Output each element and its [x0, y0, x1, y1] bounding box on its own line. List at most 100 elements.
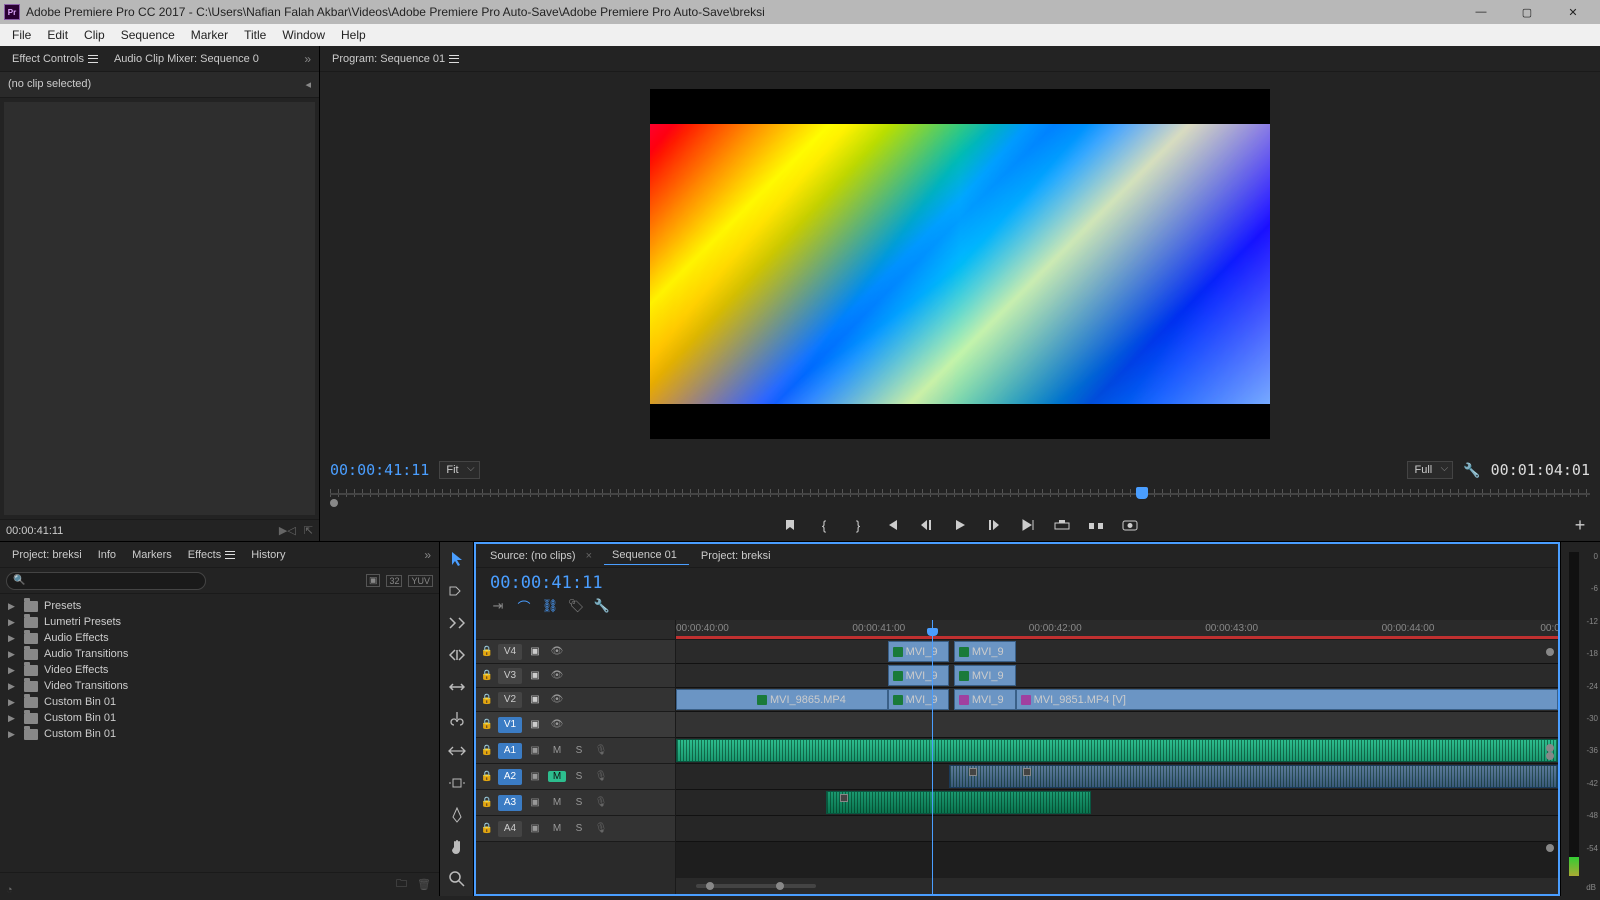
razor-tool-icon[interactable] — [446, 708, 468, 730]
slide-tool-icon[interactable] — [446, 772, 468, 794]
scrub-playhead[interactable] — [1136, 487, 1148, 499]
lane-v1[interactable] — [676, 712, 1558, 738]
clip[interactable]: MVI_9865.MP4 — [676, 689, 888, 710]
mute-toggle[interactable]: M — [548, 797, 566, 808]
hamburger-icon[interactable] — [225, 551, 235, 559]
tab-markers[interactable]: Markers — [124, 545, 180, 565]
playhead-toggle-icon[interactable]: ◂ — [305, 78, 311, 91]
track-header-a4[interactable]: 🔒A4▣MS🎙 — [476, 816, 675, 842]
lane-a3[interactable] — [676, 790, 1558, 816]
eye-icon[interactable]: 👁 — [548, 646, 566, 657]
effects-search-input[interactable]: 🔍 — [6, 572, 206, 590]
lock-icon[interactable]: 🔒 — [480, 719, 494, 730]
step-forward-icon[interactable] — [986, 517, 1002, 533]
tree-item[interactable]: ▶Audio Effects — [6, 630, 433, 646]
lane-v4[interactable]: MVI_9 MVI_9 — [676, 640, 1558, 664]
work-area-handle[interactable] — [1546, 648, 1554, 656]
fx-badge-1-icon[interactable]: ▣ — [366, 574, 381, 587]
set-in-icon[interactable]: { — [816, 517, 832, 533]
track-id[interactable]: V1 — [498, 717, 522, 733]
menu-sequence[interactable]: Sequence — [113, 26, 183, 44]
sync-lock-icon[interactable]: ▣ — [526, 694, 544, 705]
audio-clip[interactable] — [949, 765, 1558, 788]
quality-dropdown[interactable]: Full — [1407, 461, 1453, 479]
lock-icon[interactable]: 🔒 — [480, 670, 494, 681]
clip[interactable]: MVI_9 — [954, 665, 1016, 686]
keyframe-icon[interactable] — [840, 794, 848, 802]
tree-item[interactable]: ▶Custom Bin 01 — [6, 694, 433, 710]
lane-v3[interactable]: MVI_9 MVI_9 — [676, 664, 1558, 688]
keyframe-icon[interactable] — [969, 768, 977, 776]
fx-badge-2-icon[interactable]: 32 — [386, 575, 402, 587]
lock-icon[interactable]: 🔒 — [480, 646, 494, 657]
scrub-start-dot[interactable] — [330, 499, 338, 507]
lock-icon[interactable]: 🔒 — [480, 797, 494, 808]
eye-icon[interactable]: 👁 — [548, 694, 566, 705]
mic-icon[interactable]: 🎙 — [592, 745, 610, 756]
track-header-a2[interactable]: 🔒A2▣MS🎙 — [476, 764, 675, 790]
fx-badge-3-icon[interactable]: YUV — [408, 575, 433, 587]
clip[interactable]: MVI_9 — [954, 689, 1016, 710]
solo-toggle[interactable]: S — [570, 771, 588, 782]
menu-clip[interactable]: Clip — [76, 26, 113, 44]
menu-title[interactable]: Title — [236, 26, 274, 44]
mic-icon[interactable]: 🎙 — [592, 823, 610, 834]
track-id[interactable]: A1 — [498, 743, 522, 759]
menu-window[interactable]: Window — [274, 26, 333, 44]
eye-icon[interactable]: 👁 — [548, 670, 566, 681]
effect-controls-timecode[interactable]: 00:00:41:11 — [6, 525, 63, 537]
track-id[interactable]: A3 — [498, 795, 522, 811]
hand-tool-icon[interactable] — [446, 836, 468, 858]
set-out-icon[interactable]: } — [850, 517, 866, 533]
step-back-icon[interactable] — [918, 517, 934, 533]
lane-a4[interactable] — [676, 816, 1558, 842]
tab-effects[interactable]: Effects — [180, 545, 243, 565]
mic-icon[interactable]: 🎙 — [592, 797, 610, 808]
keyframe-icon[interactable] — [1023, 768, 1031, 776]
overflow-chevron-icon[interactable]: » — [300, 52, 315, 66]
settings-wrench-icon[interactable]: 🔧 — [594, 598, 610, 614]
lane-a2[interactable] — [676, 764, 1558, 790]
tree-item[interactable]: ▶Audio Transitions — [6, 646, 433, 662]
mute-toggle[interactable]: M — [548, 823, 566, 834]
mic-icon[interactable]: 🎙 — [592, 771, 610, 782]
sync-lock-icon[interactable]: ▣ — [526, 823, 544, 834]
play-icon[interactable] — [952, 517, 968, 533]
lock-icon[interactable]: 🔒 — [480, 745, 494, 756]
tab-source[interactable]: Source: (no clips)× — [482, 547, 600, 565]
hamburger-icon[interactable] — [88, 55, 98, 63]
tab-project[interactable]: Project: breksi — [4, 545, 90, 565]
timeline-playhead[interactable] — [932, 620, 933, 894]
delete-icon[interactable]: 🗑 — [417, 878, 431, 891]
tab-timeline-project[interactable]: Project: breksi — [693, 547, 779, 565]
minimize-button[interactable]: — — [1458, 0, 1504, 24]
close-button[interactable]: ✕ — [1550, 0, 1596, 24]
linked-selection-icon[interactable]: ⛓ — [542, 598, 558, 614]
work-area-handle[interactable] — [1546, 844, 1554, 852]
lock-icon[interactable]: 🔒 — [480, 823, 494, 834]
ripple-edit-tool-icon[interactable] — [446, 612, 468, 634]
close-tab-icon[interactable]: × — [586, 550, 592, 562]
clip[interactable]: MVI_9 — [888, 689, 950, 710]
clip[interactable]: MVI_9851.MP4 [V] — [1016, 689, 1558, 710]
extract-icon[interactable] — [1088, 517, 1104, 533]
lock-icon[interactable]: 🔒 — [480, 771, 494, 782]
solo-toggle[interactable]: S — [570, 823, 588, 834]
tree-item[interactable]: ▶Custom Bin 01 — [6, 726, 433, 742]
mark-in-icon[interactable] — [782, 517, 798, 533]
track-header-v1[interactable]: 🔒V1▣👁 — [476, 712, 675, 738]
tree-item[interactable]: ▶Custom Bin 01 — [6, 710, 433, 726]
rolling-edit-tool-icon[interactable] — [446, 644, 468, 666]
tab-info[interactable]: Info — [90, 545, 124, 565]
tree-item[interactable]: ▶Presets — [6, 598, 433, 614]
track-id[interactable]: A2 — [498, 769, 522, 785]
track-id[interactable]: V3 — [498, 668, 522, 684]
lift-icon[interactable] — [1054, 517, 1070, 533]
solo-toggle[interactable]: S — [570, 797, 588, 808]
snap-icon[interactable]: ⌒ — [516, 598, 532, 614]
sync-lock-icon[interactable]: ▣ — [526, 670, 544, 681]
track-header-v2[interactable]: 🔒V2▣👁 — [476, 688, 675, 712]
export-icon[interactable]: ⇱ — [304, 524, 313, 537]
loop-icon[interactable]: ▶◁ — [279, 524, 296, 537]
marker-add-icon[interactable]: 🏷 — [568, 598, 584, 614]
